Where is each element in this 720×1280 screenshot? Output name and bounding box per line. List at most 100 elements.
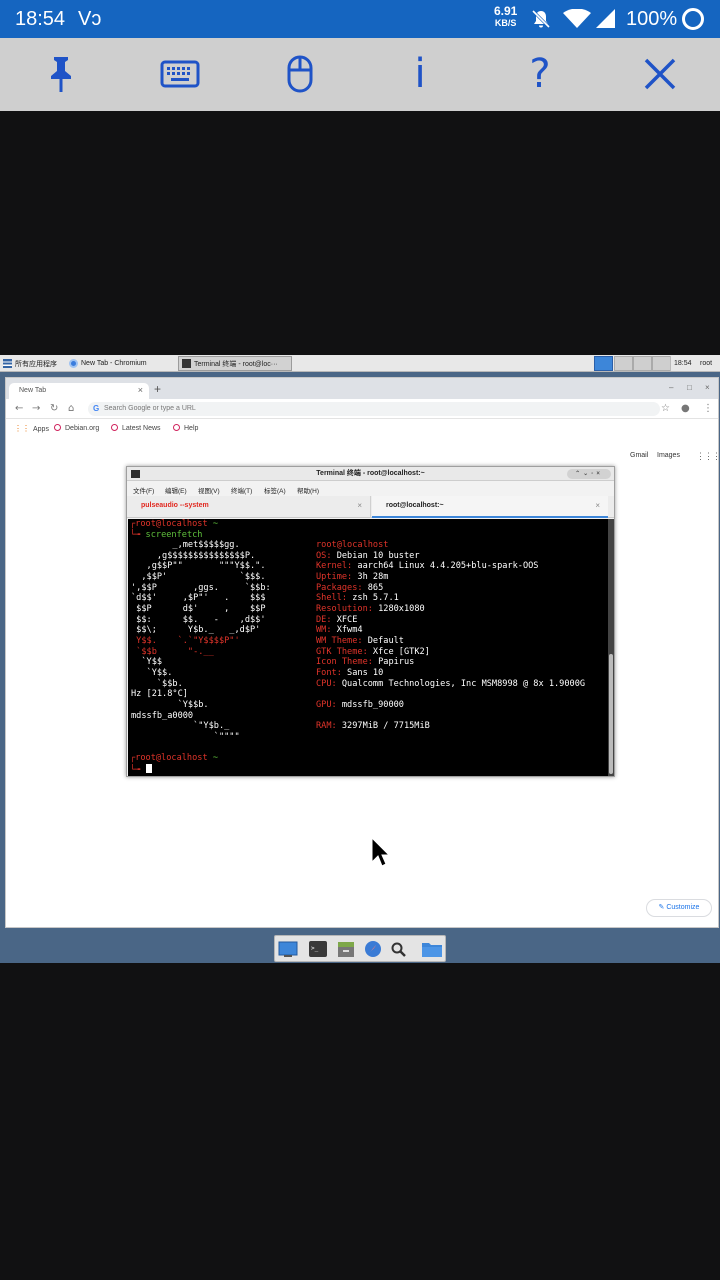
workspace-2[interactable] bbox=[614, 356, 633, 371]
prompt-path: ~ bbox=[212, 753, 218, 763]
ascii-line: `Y$$b. bbox=[131, 699, 209, 710]
applications-menu-label: 所有应用程序 bbox=[15, 360, 57, 368]
ascii-line: ,$$P' `$$$. bbox=[131, 571, 266, 582]
info-value: Papirus bbox=[372, 657, 415, 668]
web-browser-icon[interactable] bbox=[363, 940, 383, 958]
workspace-1[interactable] bbox=[594, 356, 613, 371]
terminal-window: Terminal 终端 - root@localhost:~ ⌃⌄▫× 文件(F… bbox=[126, 466, 615, 777]
bookmark-star-icon[interactable]: ☆ bbox=[661, 403, 670, 414]
close-tab-icon[interactable]: × bbox=[138, 385, 143, 395]
help-button[interactable]: ? bbox=[518, 54, 562, 94]
terminal-scrollbar[interactable] bbox=[608, 519, 614, 776]
bookmark-apps[interactable]: ⋮⋮ Apps bbox=[14, 424, 49, 433]
network-speed: 6.91 KB/S bbox=[494, 5, 517, 29]
workspace-3[interactable] bbox=[633, 356, 652, 371]
taskbar-item-terminal[interactable]: Terminal 终端 - root@loc··· bbox=[178, 356, 292, 371]
reload-icon[interactable]: ↻ bbox=[50, 403, 58, 414]
menu-dots-icon[interactable]: ⋮ bbox=[703, 403, 713, 414]
new-tab-button[interactable]: + bbox=[154, 382, 161, 396]
terminal-titlebar[interactable]: Terminal 终端 - root@localhost:~ ⌃⌄▫× bbox=[127, 467, 614, 481]
close-button[interactable] bbox=[638, 54, 682, 94]
back-icon[interactable]: ← bbox=[15, 403, 23, 414]
ascii-line: ',$$P ,ggs. `$$b: bbox=[131, 582, 271, 593]
close-icon bbox=[644, 58, 676, 90]
workspace-4[interactable] bbox=[652, 356, 671, 371]
bookmark-help[interactable]: Help bbox=[173, 424, 198, 432]
minimize-button[interactable]: – bbox=[669, 383, 673, 392]
info-value: XFCE bbox=[331, 614, 358, 625]
panel-user[interactable]: root bbox=[700, 356, 712, 371]
terminal-icon bbox=[182, 359, 191, 368]
gmail-link[interactable]: Gmail bbox=[630, 452, 648, 459]
info-label: WM: bbox=[316, 625, 332, 636]
close-tab-icon[interactable]: × bbox=[357, 501, 362, 510]
browser-tab[interactable]: New Tab × bbox=[9, 383, 149, 399]
terminal-icon[interactable]: >_ bbox=[308, 940, 328, 958]
apps-grid-icon: ⋮⋮ bbox=[14, 424, 30, 433]
info-button[interactable]: i bbox=[398, 54, 442, 94]
ascii-line: $$\; Y$b._ _,d$P' bbox=[131, 625, 261, 636]
info-row: Uptime: 3h 28m bbox=[316, 572, 585, 583]
ascii-line: `"""" bbox=[131, 731, 240, 742]
home-icon[interactable]: ⌂ bbox=[68, 403, 74, 414]
terminal-tab-root[interactable]: root@localhost:~ × bbox=[372, 496, 608, 518]
google-apps-icon[interactable]: ⋮⋮⋮ bbox=[696, 451, 720, 462]
bookmark-debian[interactable]: Debian.org bbox=[54, 424, 99, 432]
menu-help[interactable]: 帮助(H) bbox=[297, 485, 319, 495]
pin-button[interactable] bbox=[39, 54, 83, 94]
panel-clock[interactable]: 18:54 bbox=[670, 356, 695, 371]
ascii-line: `Y$$. bbox=[131, 667, 173, 678]
applications-menu[interactable]: 所有应用程序 bbox=[0, 356, 64, 371]
info-row: CPU: Qualcomm Technologies, Inc MSM8998 … bbox=[316, 679, 585, 690]
desktop-icon[interactable] bbox=[278, 940, 298, 958]
terminal-tab-pulseaudio[interactable]: pulseaudio --system × bbox=[127, 496, 371, 518]
info-value: 3h 28m bbox=[352, 571, 389, 582]
info-row: WM Theme: Default bbox=[316, 636, 585, 647]
address-toolbar: ← → ↻ ⌂ G Search Google or type a URL ☆ … bbox=[6, 399, 718, 419]
info-row: Shell: zsh 5.7.1 bbox=[316, 593, 585, 604]
file-manager-icon[interactable] bbox=[336, 940, 356, 958]
prompt-line: ┌root@localhost ~ bbox=[130, 519, 218, 529]
folder-icon[interactable] bbox=[421, 940, 442, 958]
ascii-line: mdssfb_a0000 bbox=[131, 710, 194, 721]
customize-button[interactable]: ✎ Customize bbox=[646, 899, 712, 917]
scrollbar-thumb[interactable] bbox=[609, 654, 613, 774]
forward-icon[interactable]: → bbox=[32, 403, 40, 414]
customize-label: Customize bbox=[666, 904, 700, 911]
menu-terminal[interactable]: 终端(T) bbox=[231, 485, 252, 495]
menu-view[interactable]: 视图(V) bbox=[198, 485, 220, 495]
taskbar-item-chromium[interactable]: New Tab - Chromium bbox=[66, 356, 178, 371]
window-controls[interactable]: ⌃⌄▫× bbox=[567, 469, 611, 479]
android-status-bar: 18:54 Vɔ 6.91 KB/S 100% bbox=[0, 0, 720, 38]
info-value: 865 bbox=[362, 582, 384, 593]
omnibox[interactable]: G Search Google or type a URL bbox=[88, 402, 660, 416]
menu-edit[interactable]: 编辑(E) bbox=[165, 485, 187, 495]
search-icon[interactable] bbox=[389, 940, 409, 958]
info-row: Kernel: aarch64 Linux 4.4.205+blu-spark-… bbox=[316, 561, 585, 572]
menu-tabs[interactable]: 标签(A) bbox=[264, 485, 286, 495]
menu-file[interactable]: 文件(F) bbox=[133, 485, 154, 495]
bookmark-label: Apps bbox=[33, 426, 49, 433]
remote-desktop[interactable]: 所有应用程序 New Tab - Chromium Terminal 终端 - … bbox=[0, 355, 720, 963]
terminal-output[interactable]: ┌root@localhost ~ └╼ screenfetch _,met$$… bbox=[128, 519, 608, 776]
bookmark-latest-news[interactable]: Latest News bbox=[111, 424, 161, 432]
mouse-button[interactable] bbox=[278, 54, 322, 94]
volte-indicator: Vɔ bbox=[78, 8, 102, 30]
maximize-button[interactable]: □ bbox=[687, 383, 692, 392]
terminal-title: Terminal 终端 - root@localhost:~ bbox=[316, 470, 425, 477]
network-speed-value: 6.91 bbox=[494, 4, 518, 18]
prompt-user: root@localhost bbox=[135, 753, 208, 763]
images-link[interactable]: Images bbox=[657, 452, 680, 459]
chromium-icon bbox=[69, 359, 78, 368]
cursor-line: └╼ bbox=[130, 763, 152, 776]
profile-icon[interactable]: ● bbox=[681, 403, 690, 414]
close-tab-icon[interactable]: × bbox=[595, 501, 600, 510]
close-window-button[interactable]: × bbox=[705, 383, 710, 392]
info-row bbox=[316, 689, 585, 700]
info-row: RAM: 3297MiB / 7715MiB bbox=[316, 721, 585, 732]
ascii-line: `Y$$ bbox=[131, 657, 163, 668]
info-value: zsh 5.7.1 bbox=[347, 593, 399, 604]
info-row: OS: Debian 10 buster bbox=[316, 551, 585, 562]
info-value: Default bbox=[362, 635, 404, 646]
keyboard-button[interactable] bbox=[158, 54, 202, 94]
